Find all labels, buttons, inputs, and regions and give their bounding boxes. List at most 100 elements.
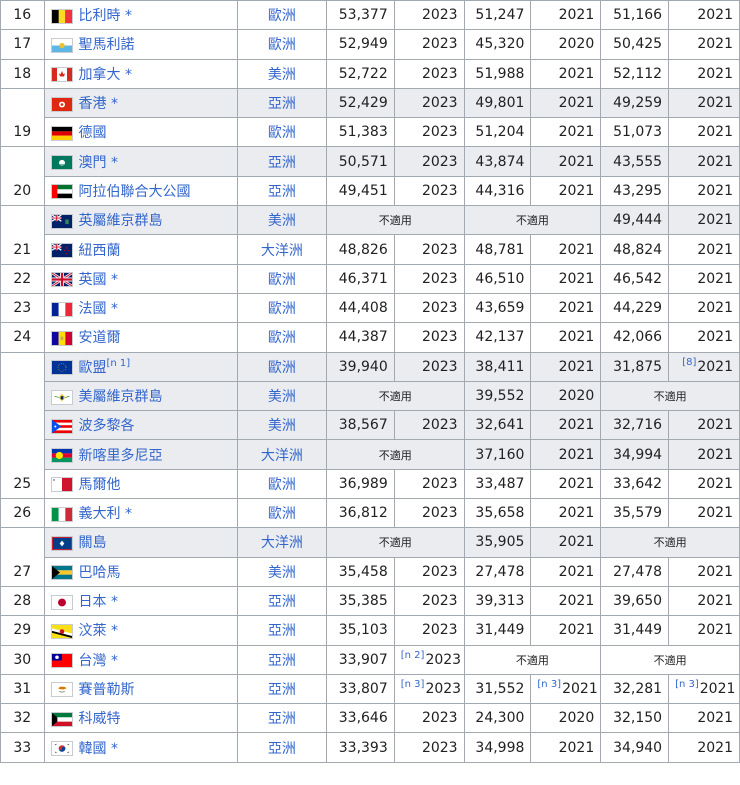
country-link[interactable]: 汶萊 [79, 623, 107, 639]
rank-cell [0, 410, 45, 440]
rank-cell: 28 [0, 585, 45, 617]
country-link[interactable]: 波多黎各 [79, 418, 135, 434]
continent-cell: 亞洲 [236, 87, 327, 119]
continent-link[interactable]: 美洲 [268, 67, 296, 83]
table-row: 33 韓國 * 亞洲 33,393 2023 34,998 2021 34,940 2021 [0, 732, 740, 763]
country-link[interactable]: 澳門 [79, 155, 107, 171]
imf-estimate-value: 36,989 [325, 468, 395, 500]
continent-link[interactable]: 亞洲 [268, 682, 296, 698]
continent-link[interactable]: 亞洲 [268, 741, 296, 757]
world-bank-estimate-year: 2021 [530, 87, 602, 119]
continent-link[interactable]: 亞洲 [268, 623, 296, 639]
rank-cell: 24 [0, 322, 45, 353]
country-link[interactable]: 安道爾 [79, 330, 121, 346]
continent-link[interactable]: 亞洲 [268, 711, 296, 727]
footnote-link[interactable]: [n 1] [107, 358, 131, 369]
country-cell: 台灣 * [43, 644, 238, 675]
continent-cell: 亞洲 [236, 146, 327, 177]
continent-cell: 亞洲 [236, 644, 327, 675]
gdp-per-capita-table: 16 比利時 * 歐洲 53,377 2023 51,247 2021 51,166 2021 1… [0, 0, 740, 763]
footnote-link[interactable]: [n 3] [401, 679, 425, 690]
cia-estimate-value: 50,425 [600, 29, 670, 60]
table-row: 美屬維京群島 美洲 不適用 39,552 2020 不適用 [0, 380, 740, 412]
country-link[interactable]: 香港 [79, 96, 107, 112]
country-link[interactable]: 紐西蘭 [79, 243, 121, 259]
continent-link[interactable]: 歐洲 [268, 506, 296, 522]
country-link[interactable]: 日本 [79, 594, 107, 610]
continent-link[interactable]: 歐洲 [268, 477, 296, 493]
country-link[interactable]: 義大利 [79, 506, 121, 522]
country-link[interactable]: 阿拉伯聯合大公國 [79, 184, 191, 200]
country-link[interactable]: 英屬維京群島 [79, 213, 163, 229]
year-text: 2021 [697, 739, 733, 756]
continent-link[interactable]: 歐洲 [268, 8, 296, 24]
continent-link[interactable]: 歐洲 [268, 37, 296, 53]
continent-link[interactable]: 亞洲 [268, 594, 296, 610]
country-cell: 歐盟[n 1] [43, 351, 238, 382]
continent-link[interactable]: 美洲 [268, 389, 296, 405]
country-link[interactable]: 美屬維京群島 [79, 389, 163, 405]
footnote-link[interactable]: [n 3] [537, 679, 561, 690]
continent-link[interactable]: 大洋洲 [261, 448, 303, 464]
continent-link[interactable]: 亞洲 [268, 184, 296, 200]
country-link[interactable]: 馬爾他 [79, 477, 121, 493]
country-link[interactable]: 科威特 [79, 711, 121, 727]
continent-link[interactable]: 亞洲 [268, 155, 296, 171]
country-link[interactable]: 賽普勒斯 [79, 682, 135, 698]
cia-estimate-year: 2021 [668, 175, 740, 207]
country-link[interactable]: 德國 [79, 125, 107, 141]
world-bank-estimate-value: 48,781 [463, 234, 532, 265]
imf-estimate-year: 2023 [393, 263, 465, 294]
continent-link[interactable]: 美洲 [268, 213, 296, 229]
rank-cell: 27 [0, 556, 45, 587]
footnote-link[interactable]: [n 3] [675, 679, 699, 690]
cia-estimate-not-applicable: 不適用 [600, 380, 740, 412]
country-link[interactable]: 法國 [79, 301, 107, 317]
country-link[interactable]: 韓國 [79, 741, 107, 757]
continent-link[interactable]: 歐洲 [268, 125, 296, 141]
imf-estimate-value: 53,377 [325, 0, 395, 31]
continent-cell: 大洋洲 [236, 234, 327, 265]
country-link[interactable]: 加拿大 [79, 67, 121, 83]
continent-link[interactable]: 大洋洲 [261, 535, 303, 551]
continent-link[interactable]: 歐洲 [268, 272, 296, 288]
flag-san-marino-icon [50, 37, 73, 53]
cia-estimate-value: 32,716 [600, 410, 670, 441]
imf-estimate-value: 44,387 [325, 322, 395, 353]
footnote-link[interactable]: [n 2] [401, 650, 425, 661]
country-link[interactable]: 比利時 [79, 8, 121, 24]
continent-link[interactable]: 美洲 [268, 565, 296, 581]
rank-cell: 29 [0, 615, 45, 646]
year-text: 2021 [697, 417, 733, 434]
continent-link[interactable]: 亞洲 [268, 96, 296, 112]
country-link[interactable]: 台灣 [79, 653, 107, 669]
table-row: 22 英國 * 歐洲 46,371 2023 46,510 2021 46,542 2021 [0, 263, 740, 294]
table-row: 20 阿拉伯聯合大公國 亞洲 49,451 2023 44,316 2021 43,295 20… [0, 175, 740, 207]
year-text: 2021 [558, 417, 595, 434]
flag-kuwait-icon [50, 711, 73, 727]
world-bank-estimate-value: 37,160 [463, 439, 532, 470]
flag-puerto-rico-icon [50, 418, 73, 434]
country-link[interactable]: 新喀里多尼亞 [79, 448, 163, 464]
cia-estimate-year: 2021 [668, 468, 740, 500]
continent-link[interactable]: 美洲 [268, 418, 296, 434]
imf-estimate-value: 35,385 [325, 585, 395, 617]
continent-link[interactable]: 歐洲 [268, 330, 296, 346]
country-link[interactable]: 關島 [79, 535, 107, 551]
continent-link[interactable]: 大洋洲 [261, 243, 303, 259]
continent-link[interactable]: 歐洲 [268, 301, 296, 317]
world-bank-estimate-year: 2021 [530, 527, 602, 558]
continent-link[interactable]: 歐洲 [268, 360, 296, 376]
country-link[interactable]: 英國 [79, 272, 107, 288]
cia-estimate-year: 2021 [668, 410, 740, 441]
continent-link[interactable]: 亞洲 [268, 653, 296, 669]
country-link[interactable]: 聖馬利諾 [79, 37, 135, 53]
rank-cell: 33 [0, 732, 45, 763]
country-link[interactable]: 巴哈馬 [79, 565, 121, 581]
world-bank-estimate-year: 2020 [530, 29, 602, 60]
year-text: 2021 [697, 593, 733, 610]
star-marker: * [110, 271, 118, 288]
country-link[interactable]: 歐盟 [79, 360, 107, 376]
imf-estimate-value: 33,807 [325, 673, 395, 705]
footnote-link[interactable]: [8] [682, 357, 696, 368]
